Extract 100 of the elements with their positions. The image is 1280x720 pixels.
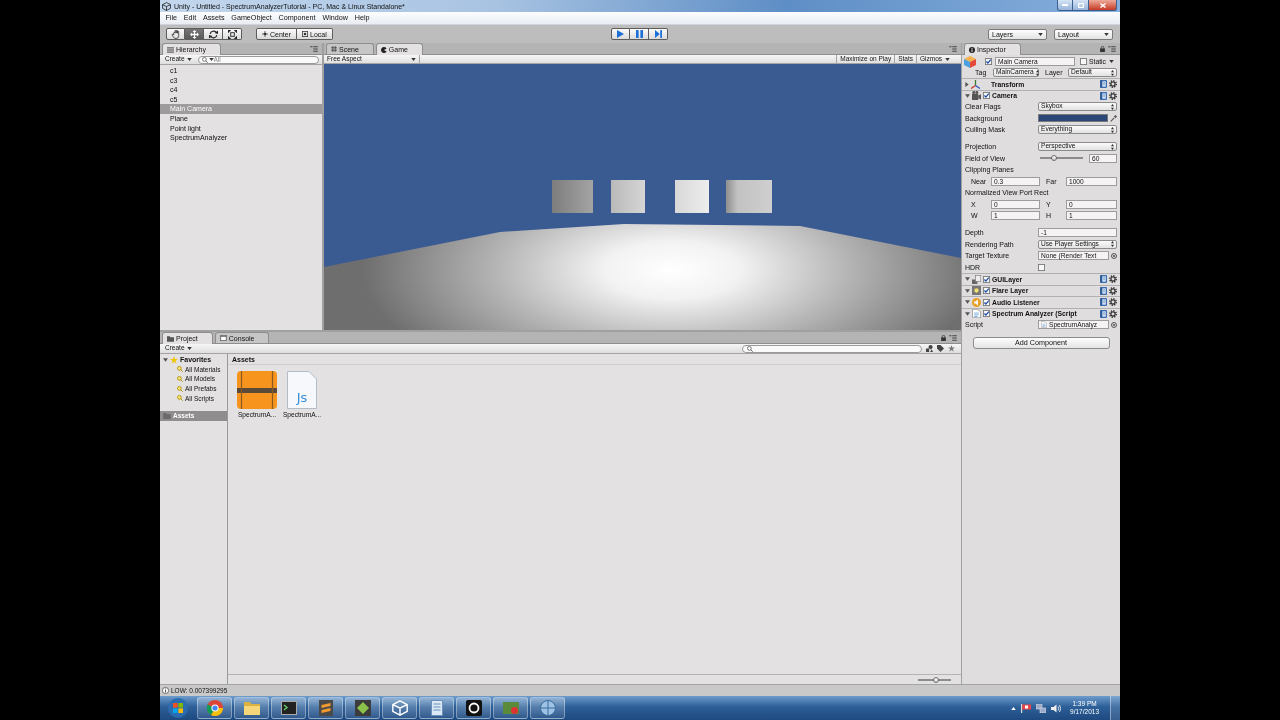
hand-tool-button[interactable] (166, 28, 185, 40)
rotate-icon (208, 29, 218, 39)
active-checkbox[interactable] (985, 58, 992, 65)
document-icon (972, 309, 981, 319)
pause-icon (635, 30, 643, 38)
search-field[interactable] (742, 344, 922, 353)
close-icon (1099, 2, 1106, 8)
caret-icon (1111, 103, 1114, 110)
minimize-button[interactable] (1057, 0, 1073, 11)
pause-button[interactable] (630, 28, 649, 40)
document-icon (1041, 321, 1047, 329)
hand-icon (171, 29, 180, 39)
book-icon[interactable] (1100, 298, 1107, 307)
pacman-icon (380, 46, 387, 53)
search-icon (177, 385, 183, 392)
slider-track[interactable] (1040, 157, 1083, 160)
card-icon (502, 700, 519, 716)
disclosure-triangle-icon[interactable] (965, 288, 970, 293)
step-button[interactable] (649, 28, 668, 40)
cube-icon (964, 55, 976, 68)
ring-tile-icon (465, 700, 482, 716)
book-icon[interactable] (1100, 91, 1107, 100)
eyedropper-icon[interactable] (1110, 114, 1117, 122)
stripes-tile-icon (317, 700, 334, 716)
enabled-checkbox[interactable] (983, 298, 990, 306)
play-icon (617, 30, 624, 38)
caret-icon (208, 58, 214, 61)
caret-icon (1111, 143, 1114, 150)
search-icon (177, 376, 183, 382)
disclosure-triangle-icon[interactable] (965, 300, 970, 305)
star-icon[interactable] (948, 345, 955, 352)
panel-menu-icon[interactable] (310, 45, 318, 52)
panel-menu-icon[interactable] (1108, 45, 1116, 52)
enabled-checkbox[interactable] (983, 92, 990, 100)
enabled-checkbox[interactable] (983, 287, 990, 295)
show-desktop-button[interactable] (1110, 696, 1120, 720)
caret-icon (1109, 60, 1114, 63)
enabled-checkbox[interactable] (983, 310, 990, 318)
step-icon (654, 30, 662, 38)
taskbar-button[interactable] (345, 697, 380, 719)
triangle-icon[interactable] (1011, 706, 1017, 710)
panel-menu-icon[interactable] (949, 45, 957, 52)
folder-icon (163, 412, 171, 419)
book-icon[interactable] (1100, 309, 1107, 318)
enabled-checkbox[interactable] (983, 275, 990, 283)
terminal-icon (280, 700, 297, 716)
book-icon[interactable] (1100, 80, 1107, 89)
browser-icon (206, 700, 223, 716)
info-icon (969, 46, 975, 53)
caret-icon (1111, 69, 1114, 76)
rotate-tool-button[interactable] (204, 28, 223, 40)
striped-tile-icon[interactable] (237, 371, 277, 409)
camera-icon (972, 91, 981, 101)
play-button[interactable] (611, 28, 630, 40)
cube-outline-icon (391, 700, 408, 716)
info-icon (162, 687, 169, 694)
layers-icon (972, 274, 981, 284)
target-icon[interactable] (1111, 321, 1117, 328)
disclosure-triangle-icon[interactable] (965, 81, 969, 87)
taskbar-button[interactable] (271, 697, 306, 719)
move-tool-button[interactable] (185, 28, 204, 40)
image-icon (972, 286, 981, 296)
disclosure-triangle-icon[interactable] (965, 311, 970, 316)
book-icon[interactable] (1100, 286, 1107, 295)
lock-icon[interactable] (1100, 45, 1105, 52)
slider-thumb[interactable] (933, 676, 940, 683)
shapes-icon[interactable] (926, 345, 933, 352)
panel-menu-icon[interactable] (949, 334, 957, 341)
diamond-icon (354, 700, 371, 716)
maximize-icon (1077, 2, 1084, 8)
lock-icon[interactable] (941, 334, 946, 341)
caret-icon (186, 58, 192, 61)
target-icon[interactable] (1111, 252, 1117, 259)
icon-size-slider[interactable] (918, 678, 951, 681)
scale-tool-button[interactable] (223, 28, 242, 40)
caret-icon (411, 57, 416, 61)
book-icon[interactable] (1100, 275, 1107, 284)
flag-icon[interactable] (1021, 703, 1032, 713)
close-button[interactable] (1089, 0, 1117, 11)
search-icon (201, 56, 208, 63)
slider-thumb[interactable] (1051, 155, 1058, 162)
network-icon[interactable] (1036, 703, 1047, 713)
box-icon (302, 31, 308, 37)
static-checkbox[interactable] (1080, 58, 1087, 65)
checkbox[interactable] (1038, 263, 1045, 271)
disclosure-triangle-icon[interactable] (163, 357, 168, 362)
color-field[interactable] (1038, 114, 1108, 123)
maximize-button[interactable] (1073, 0, 1089, 11)
taskbar-button[interactable] (456, 697, 491, 719)
speaker-icon[interactable] (1051, 703, 1062, 713)
disclosure-triangle-icon[interactable] (965, 93, 970, 98)
minimize-icon (1062, 4, 1068, 6)
taskbar-button[interactable] (382, 697, 417, 719)
crosshair-icon (262, 31, 268, 37)
search-icon (747, 345, 753, 352)
axes-icon (971, 79, 980, 89)
cube-outline-icon (162, 1, 171, 11)
window-icon (219, 335, 227, 341)
disclosure-triangle-icon[interactable] (965, 277, 970, 282)
notepad-icon (428, 700, 445, 716)
